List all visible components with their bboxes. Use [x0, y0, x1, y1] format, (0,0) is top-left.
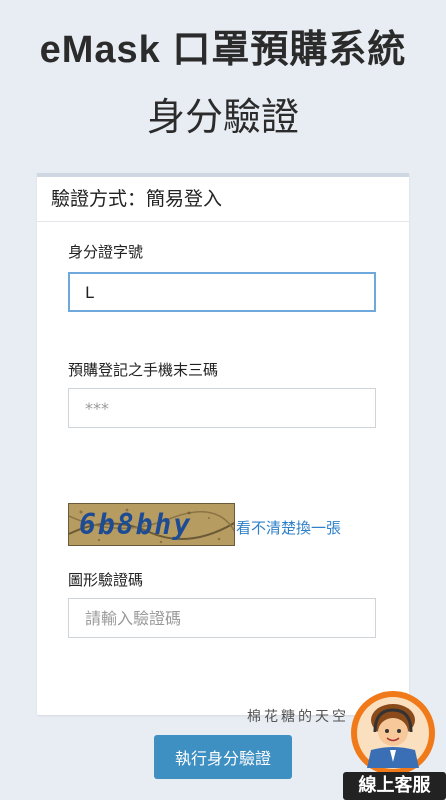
phone-last3-input[interactable] — [68, 388, 376, 428]
captcha-text: 6b8bhy — [79, 508, 193, 541]
id-number-label: 身分證字號 — [68, 243, 144, 261]
page-title: 身分驗證 — [146, 95, 299, 139]
app-title: eMask 口罩預購系統 — [39, 29, 407, 71]
captcha-refresh-link[interactable]: 看不清楚換一張 — [236, 517, 341, 538]
id-number-input[interactable] — [68, 272, 376, 312]
phone-last3-label: 預購登記之手機末三碼 — [68, 361, 219, 379]
online-service-label[interactable]: 線上客服 — [343, 772, 446, 800]
captcha-image: 6b8bhy — [68, 503, 235, 546]
captcha-label: 圖形驗證碼 — [68, 571, 144, 589]
card-header: 驗證方式：簡易登入 — [37, 177, 409, 222]
captcha-input[interactable] — [68, 598, 376, 638]
customer-service-agent-icon — [351, 691, 435, 775]
online-service-widget[interactable]: 線上客服 — [343, 688, 446, 800]
verification-card: 驗證方式：簡易登入 身分證字號 預購登記之手機末三碼 6b8bhy 看不清楚換一… — [37, 173, 409, 715]
verify-identity-button[interactable]: 執行身分驗證 — [154, 735, 292, 779]
watermark-text: 棉花糖的天空 — [247, 709, 349, 725]
